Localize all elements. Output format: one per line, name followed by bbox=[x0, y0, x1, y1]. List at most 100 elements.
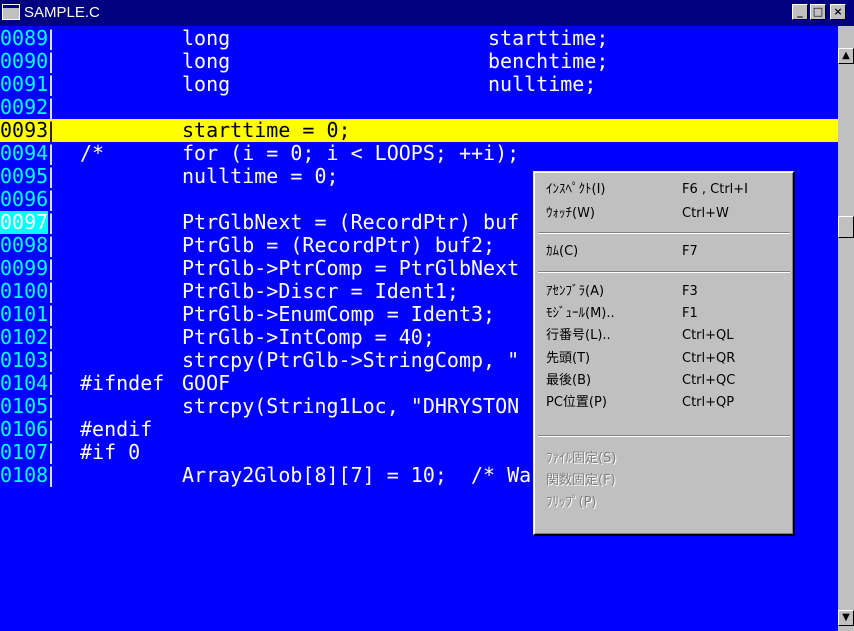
line-number[interactable]: 0092 bbox=[0, 96, 48, 119]
code-text: for (i = 0; i < LOOPS; ++i); bbox=[182, 141, 520, 165]
menu-item-label: ｶﾑ(C) bbox=[546, 244, 579, 259]
line-separator: | bbox=[45, 164, 58, 188]
menu-item-label: 行番号(L).. bbox=[546, 328, 611, 343]
line-number[interactable]: 0102 bbox=[0, 326, 48, 349]
code-text: starttime = 0; bbox=[182, 118, 351, 142]
line-number[interactable]: 0093 bbox=[0, 119, 48, 142]
title-bar[interactable]: SAMPLE.C _ □ × bbox=[0, 0, 854, 26]
menu-item-label: ﾌﾘｯﾌﾟ(P) bbox=[546, 495, 597, 510]
code-prefix: #if 0 bbox=[80, 440, 141, 464]
line-separator: | bbox=[45, 210, 58, 234]
line-number[interactable]: 0100 bbox=[0, 280, 48, 303]
code-line[interactable]: 0089 | long starttime; bbox=[0, 27, 838, 50]
line-separator: | bbox=[45, 187, 58, 211]
code-text: PtrGlb = (RecordPtr) buf2; bbox=[182, 233, 496, 257]
menu-item-label: ｳｫｯﾁ(W) bbox=[546, 206, 595, 221]
code-text: PtrGlb->Discr = Ident1; bbox=[182, 279, 459, 303]
menu-item-shortcut: Ctrl+QL bbox=[682, 328, 734, 343]
minimize-button[interactable]: _ bbox=[792, 4, 808, 20]
code-text: PtrGlbNext = (RecordPtr) buf bbox=[182, 210, 520, 234]
line-number[interactable]: 0098 bbox=[0, 234, 48, 257]
menu-separator bbox=[538, 232, 790, 234]
maximize-button[interactable]: □ bbox=[810, 4, 826, 20]
menu-item-shortcut: F7 bbox=[682, 244, 698, 259]
line-separator: | bbox=[45, 26, 58, 50]
code-text: PtrGlb->PtrComp = PtrGlbNext bbox=[182, 256, 520, 280]
menu-item[interactable]: ﾓｼﾞｭｰﾙ(M).. F1 bbox=[536, 304, 792, 324]
line-number[interactable]: 0091 bbox=[0, 73, 48, 96]
menu-item-label: 先頭(T) bbox=[546, 351, 591, 366]
code-text-column2: nulltime; bbox=[488, 72, 597, 96]
menu-item-shortcut: Ctrl+W bbox=[682, 206, 729, 221]
menu-item[interactable]: 行番号(L).. Ctrl+QL bbox=[536, 326, 792, 346]
line-number[interactable]: 0099 bbox=[0, 257, 48, 280]
menu-item[interactable]: ｲﾝｽﾍﾟｸﾄ(I) F6 , Ctrl+I bbox=[536, 180, 792, 200]
line-number[interactable]: 0107 bbox=[0, 441, 48, 464]
code-text: long bbox=[182, 26, 231, 50]
line-number[interactable]: 0106 bbox=[0, 418, 48, 441]
menu-item-label: ｱｾﾝﾌﾞﾗ(A) bbox=[546, 284, 605, 299]
code-prefix: #ifndef bbox=[80, 371, 165, 395]
code-text: PtrGlb->EnumComp = Ident3; bbox=[182, 302, 496, 326]
line-number[interactable]: 0096 bbox=[0, 188, 48, 211]
close-button[interactable]: × bbox=[830, 4, 846, 20]
line-number[interactable]: 0090 bbox=[0, 50, 48, 73]
menu-item[interactable]: ｶﾑ(C) F7 bbox=[536, 242, 792, 262]
scroll-thumb[interactable] bbox=[838, 216, 854, 238]
code-text: strcpy(PtrGlb->StringComp, " bbox=[182, 348, 520, 372]
line-separator: | bbox=[45, 72, 58, 96]
line-number[interactable]: 0104 bbox=[0, 372, 48, 395]
menu-item-shortcut: Ctrl+QP bbox=[682, 395, 735, 410]
current-code-line[interactable]: 0093 | starttime = 0; bbox=[0, 119, 838, 142]
source-window: SAMPLE.C _ □ × 0089 | long starttime; 0090 | l… bbox=[0, 0, 854, 631]
code-line[interactable]: 0090 | long benchtime; bbox=[0, 50, 838, 73]
scroll-down-arrow-icon[interactable]: ▼ bbox=[838, 610, 854, 626]
line-number[interactable]: 0095 bbox=[0, 165, 48, 188]
code-text: PtrGlb->IntComp = 40; bbox=[182, 325, 435, 349]
menu-item: ﾌｧｲﾙ固定(S) bbox=[536, 449, 792, 469]
menu-item[interactable]: 最後(B) Ctrl+QC bbox=[536, 371, 792, 391]
menu-item[interactable]: 先頭(T) Ctrl+QR bbox=[536, 349, 792, 369]
code-text: GOOF bbox=[182, 371, 231, 395]
code-line[interactable]: 0094 | /* for (i = 0; i < LOOPS; ++i); bbox=[0, 142, 838, 165]
line-number[interactable]: 0101 bbox=[0, 303, 48, 326]
menu-item[interactable]: PC位置(P) Ctrl+QP bbox=[536, 393, 792, 413]
vertical-scrollbar[interactable]: ▲ ▼ bbox=[838, 26, 854, 631]
menu-separator bbox=[538, 271, 790, 273]
code-text-column2: starttime; bbox=[488, 26, 609, 50]
menu-item-label: PC位置(P) bbox=[546, 395, 607, 410]
menu-item-label: ﾓｼﾞｭｰﾙ(M).. bbox=[546, 306, 615, 321]
line-number[interactable]: 0097 bbox=[0, 211, 49, 234]
line-number[interactable]: 0105 bbox=[0, 395, 48, 418]
line-separator: | bbox=[45, 141, 58, 165]
line-separator: | bbox=[45, 279, 58, 303]
menu-item-label: 関数固定(F) bbox=[546, 473, 616, 488]
menu-item-shortcut: F3 bbox=[682, 284, 698, 299]
line-separator: | bbox=[45, 440, 58, 464]
line-separator: | bbox=[45, 302, 58, 326]
line-separator: | bbox=[45, 49, 58, 73]
line-separator: | bbox=[45, 371, 58, 395]
menu-item: 関数固定(F) bbox=[536, 471, 792, 491]
window-app-icon[interactable] bbox=[2, 4, 20, 20]
line-separator: | bbox=[45, 256, 58, 280]
scroll-up-arrow-icon[interactable]: ▲ bbox=[838, 48, 854, 64]
menu-item-shortcut: Ctrl+QC bbox=[682, 373, 736, 388]
code-text: nulltime = 0; bbox=[182, 164, 339, 188]
line-number[interactable]: 0108 bbox=[0, 464, 48, 487]
line-separator: | bbox=[45, 95, 58, 119]
menu-item[interactable]: ｳｫｯﾁ(W) Ctrl+W bbox=[536, 204, 792, 224]
code-prefix: /* bbox=[80, 141, 105, 165]
line-separator: | bbox=[45, 417, 58, 441]
line-separator: | bbox=[45, 118, 58, 142]
code-line[interactable]: 0091 | long nulltime; bbox=[0, 73, 838, 96]
code-text: long bbox=[182, 49, 231, 73]
menu-item-label: 最後(B) bbox=[546, 373, 592, 388]
menu-item-label: ｲﾝｽﾍﾟｸﾄ(I) bbox=[546, 182, 606, 197]
menu-item-label: ﾌｧｲﾙ固定(S) bbox=[546, 451, 617, 466]
line-number[interactable]: 0094 bbox=[0, 142, 48, 165]
code-line[interactable]: 0092 | bbox=[0, 96, 838, 119]
line-number[interactable]: 0089 bbox=[0, 27, 48, 50]
menu-item[interactable]: ｱｾﾝﾌﾞﾗ(A) F3 bbox=[536, 282, 792, 302]
line-number[interactable]: 0103 bbox=[0, 349, 48, 372]
